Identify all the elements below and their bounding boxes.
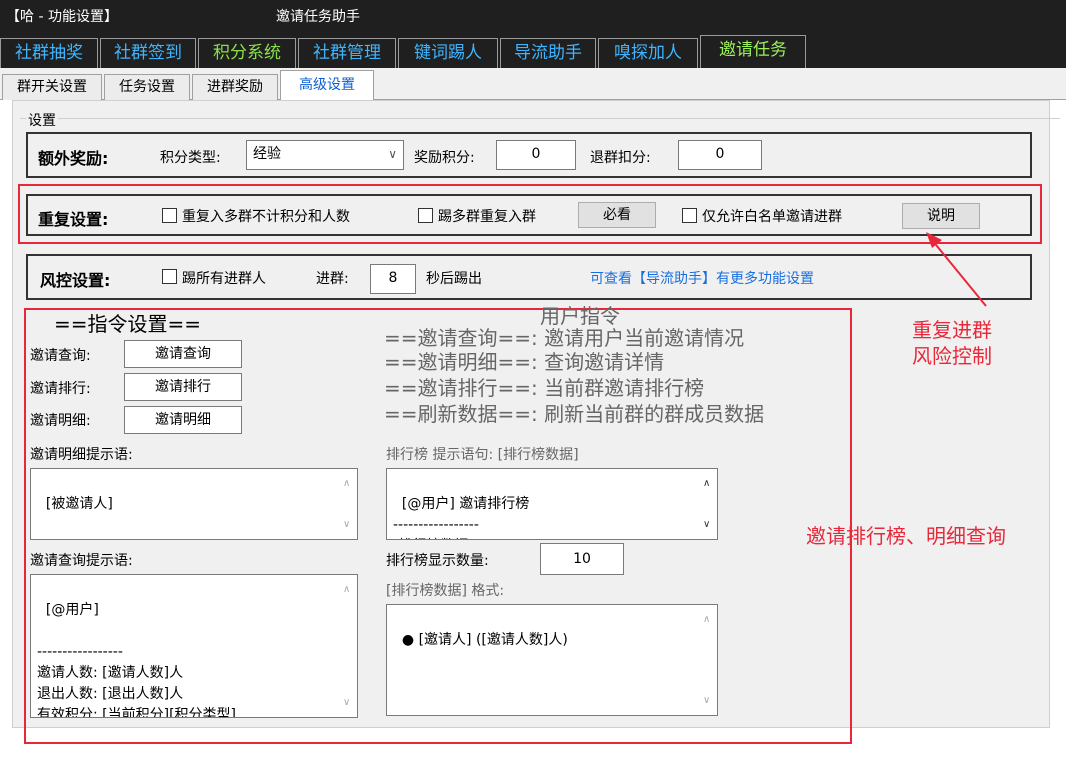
sub-tab-bar: 群开关设置 任务设置 进群奖励 高级设置 xyxy=(0,68,1066,101)
kick-all-checkbox[interactable] xyxy=(162,269,177,284)
tab-invite-task[interactable]: 邀请任务 xyxy=(700,35,806,68)
leave-deduct-label: 退群扣分: xyxy=(590,150,651,166)
cmd-desc-detail: ==邀请明细==: 查询邀请详情 xyxy=(384,350,665,374)
rank-count-label: 排行榜显示数量: xyxy=(386,553,489,569)
reward-points-input[interactable]: 0 xyxy=(496,140,576,170)
commands-header: ==指令设置== xyxy=(54,312,202,336)
after-seconds-label: 秒后踢出 xyxy=(426,271,482,287)
cmd-desc-rank: ==邀请排行==: 当前群邀请排行榜 xyxy=(384,376,705,400)
rank-format-textarea[interactable]: ● [邀请人] ([邀请人数]人) ∧ ∨ xyxy=(386,604,718,716)
subtab-group-switch[interactable]: 群开关设置 xyxy=(2,74,102,100)
tab-group-manage[interactable]: 社群管理 xyxy=(298,38,396,68)
rank-prompt-label: 排行榜 提示语句: [排行榜数据] xyxy=(386,447,579,463)
tab-points[interactable]: 积分系统 xyxy=(198,38,296,68)
rank-count-input[interactable]: 10 xyxy=(540,543,624,575)
points-type-select[interactable]: 经验 ∨ xyxy=(246,140,404,170)
cmd-rank-input[interactable]: 邀请排行 xyxy=(124,373,242,401)
settings-group-label: 设置 xyxy=(26,110,58,130)
detail-prompt-textarea[interactable]: [被邀请人] ∧ ∨ xyxy=(30,468,358,540)
title-bar: 【哈 - 功能设置】 邀请任务助手 xyxy=(0,0,1066,32)
extra-reward-box: 额外奖励: 积分类型: 经验 ∨ 奖励积分: 0 退群扣分: 0 xyxy=(26,132,1032,178)
rank-format-label: [排行榜数据] 格式: xyxy=(386,583,505,599)
group-divider xyxy=(20,118,1060,119)
rank-prompt-text: [@用户] 邀请排行榜 ----------------- [排行榜数据] xyxy=(393,496,530,539)
cmd-desc-refresh: ==刷新数据==: 刷新当前群的群成员数据 xyxy=(384,402,765,426)
risk-settings-box: 风控设置: 踢所有进群人 进群: 8 秒后踢出 可查看【导流助手】有更多功能设置 xyxy=(26,254,1032,300)
cmd-query-input[interactable]: 邀请查询 xyxy=(124,340,242,368)
chevron-down-icon: ∨ xyxy=(388,147,397,161)
main-tab-bar: 社群抽奖 社群签到 积分系统 社群管理 键词踢人 导流助手 嗅探加人 邀请任务 xyxy=(0,32,1066,68)
rank-prompt-textarea[interactable]: [@用户] 邀请排行榜 ----------------- [排行榜数据] ∧∨ xyxy=(386,468,718,540)
scrollbar[interactable]: ∧ ∨ xyxy=(339,469,357,539)
detail-prompt-text: [被邀请人] xyxy=(45,496,113,512)
tab-lottery[interactable]: 社群抽奖 xyxy=(0,38,98,68)
repeat-settings-highlight xyxy=(18,184,1042,244)
app-title: 邀请任务助手 xyxy=(276,9,360,25)
cmd-rank-label: 邀请排行: xyxy=(30,381,91,397)
join-label: 进群: xyxy=(316,271,349,287)
cmd-detail-label: 邀请明细: xyxy=(30,413,91,429)
points-type-value: 经验 xyxy=(253,146,281,162)
query-prompt-text: [@用户] ----------------- 邀请人数: [邀请人数]人 退出… xyxy=(37,602,237,718)
points-type-label: 积分类型: xyxy=(160,150,221,166)
tab-sniff[interactable]: 嗅探加人 xyxy=(598,38,698,68)
rank-format-text: ● [邀请人] ([邀请人数]人) xyxy=(401,632,568,648)
tab-checkin[interactable]: 社群签到 xyxy=(100,38,196,68)
detail-prompt-label: 邀请明细提示语: xyxy=(30,447,133,463)
tab-traffic[interactable]: 导流助手 xyxy=(500,38,596,68)
annotation-repeat-line1: 重复进群 xyxy=(912,318,992,342)
annotation-repeat-line2: 风险控制 xyxy=(912,344,992,368)
scrollbar[interactable]: ∧ ∨ xyxy=(699,469,717,539)
tab-keyword-kick[interactable]: 键词踢人 xyxy=(398,38,498,68)
cmd-query-label: 邀请查询: xyxy=(30,348,91,364)
window-title: 【哈 - 功能设置】 xyxy=(6,9,118,25)
extra-reward-title: 额外奖励: xyxy=(38,149,109,168)
cmd-detail-input[interactable]: 邀请明细 xyxy=(124,406,242,434)
query-prompt-label: 邀请查询提示语: xyxy=(30,553,133,569)
kick-all-label: 踢所有进群人 xyxy=(182,271,266,287)
subtab-join-reward[interactable]: 进群奖励 xyxy=(192,74,278,100)
scrollbar[interactable]: ∧ ∨ xyxy=(339,575,357,717)
kick-seconds-input[interactable]: 8 xyxy=(370,264,416,294)
annotation-rank-detail: 邀请排行榜、明细查询 xyxy=(806,524,1006,548)
scrollbar[interactable]: ∧ ∨ xyxy=(699,605,717,715)
subtab-advanced[interactable]: 高级设置 xyxy=(280,70,374,101)
query-prompt-textarea[interactable]: [@用户] ----------------- 邀请人数: [邀请人数]人 退出… xyxy=(30,574,358,718)
subtab-task[interactable]: 任务设置 xyxy=(104,74,190,100)
annotation-arrow xyxy=(926,232,987,307)
reward-points-label: 奖励积分: xyxy=(414,150,475,166)
leave-deduct-input[interactable]: 0 xyxy=(678,140,762,170)
risk-settings-title: 风控设置: xyxy=(40,271,111,290)
traffic-helper-link[interactable]: 可查看【导流助手】有更多功能设置 xyxy=(590,268,814,288)
